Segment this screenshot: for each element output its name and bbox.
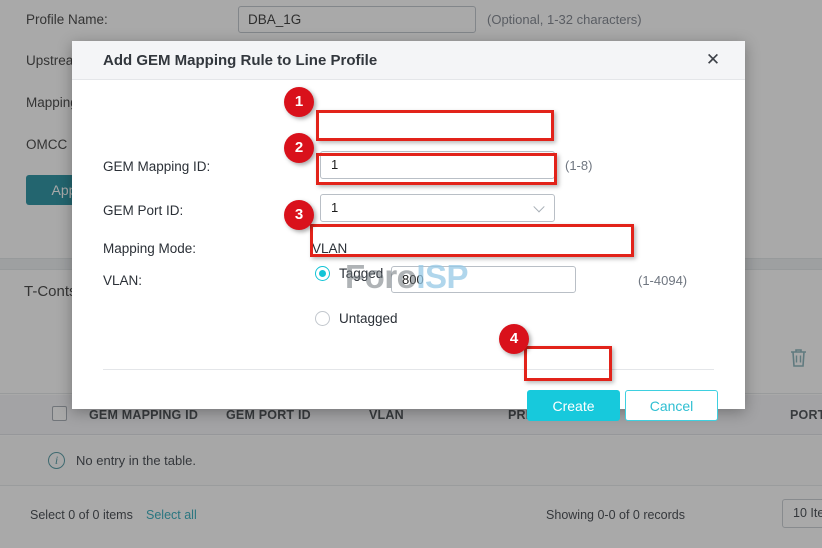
label-mapping-mode: Mapping Mode: — [103, 241, 196, 256]
radio-untagged-label: Untagged — [339, 311, 398, 326]
vlan-tagged-option[interactable]: Tagged — [315, 266, 383, 281]
add-gem-mapping-rule-dialog: Add GEM Mapping Rule to Line Profile ✕ G… — [72, 41, 745, 409]
dialog-body: GEM Mapping ID: 1 (1-8) GEM Port ID: 1 M… — [72, 80, 745, 409]
gem-port-id-select[interactable]: 1 — [320, 194, 555, 222]
radio-untagged[interactable] — [315, 311, 330, 326]
close-icon[interactable]: ✕ — [702, 50, 724, 72]
label-gem-port-id: GEM Port ID: — [103, 203, 183, 218]
gem-mapping-id-hint: (1-8) — [565, 158, 592, 173]
dialog-title: Add GEM Mapping Rule to Line Profile — [103, 52, 377, 69]
vlan-id-input[interactable]: 800 — [391, 266, 576, 293]
vlan-hint: (1-4094) — [638, 273, 687, 288]
gem-mapping-id-input[interactable]: 1 — [320, 151, 555, 179]
vlan-untagged-option[interactable]: Untagged — [315, 311, 398, 326]
mapping-mode-value: VLAN — [312, 241, 347, 256]
dialog-separator — [103, 369, 714, 370]
gem-port-id-value: 1 — [331, 200, 338, 215]
label-gem-mapping-id: GEM Mapping ID: — [103, 159, 210, 174]
cancel-button[interactable]: Cancel — [625, 390, 718, 421]
dialog-header: Add GEM Mapping Rule to Line Profile ✕ — [72, 41, 745, 80]
radio-tagged[interactable] — [315, 266, 330, 281]
label-vlan: VLAN: — [103, 273, 142, 288]
create-button[interactable]: Create — [527, 390, 620, 421]
radio-tagged-label: Tagged — [339, 266, 383, 281]
chevron-down-icon — [533, 201, 544, 212]
